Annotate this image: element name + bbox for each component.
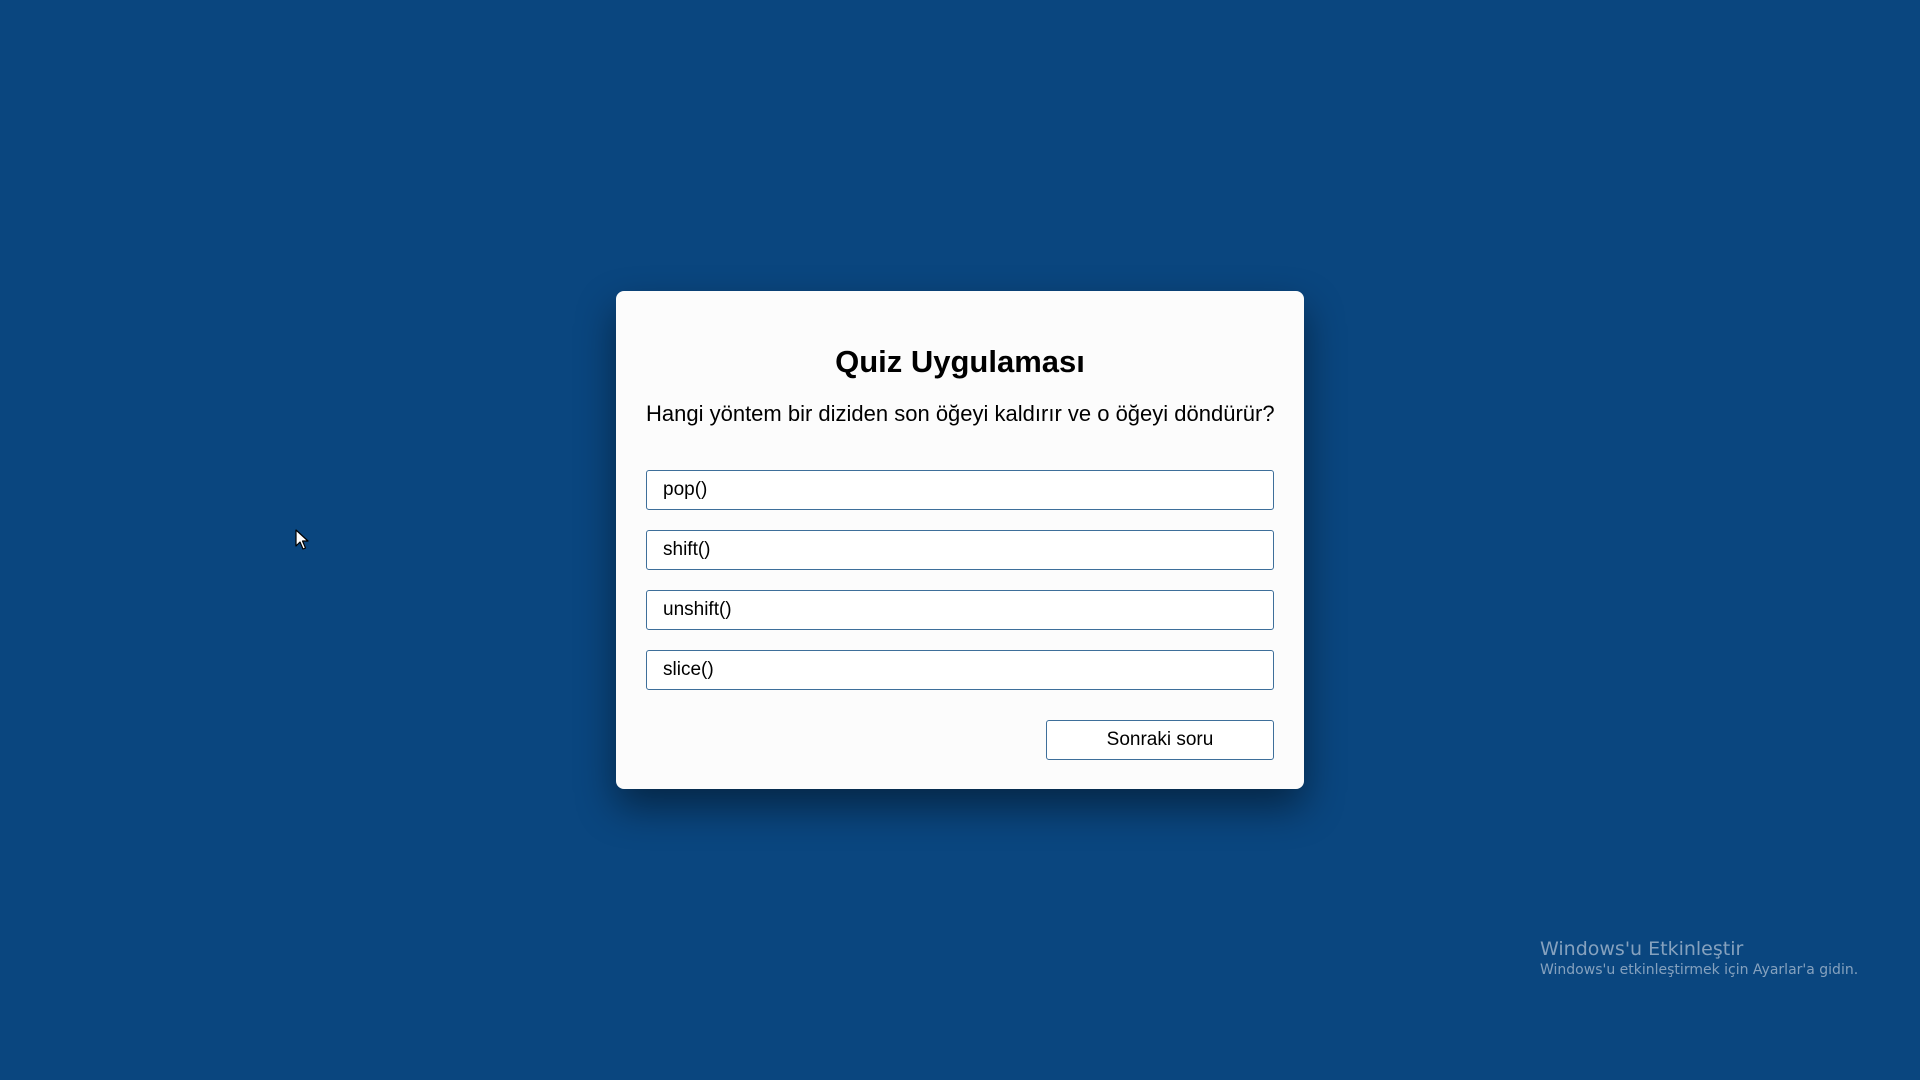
next-question-button[interactable]: Sonraki soru bbox=[1046, 720, 1274, 760]
mouse-pointer-icon bbox=[295, 529, 309, 550]
quiz-card: Quiz Uygulaması Hangi yöntem bir diziden… bbox=[616, 291, 1304, 789]
answer-options: pop() shift() unshift() slice() bbox=[646, 470, 1274, 710]
watermark-subtitle: Windows'u etkinleştirmek için Ayarlar'a … bbox=[1540, 961, 1859, 978]
answer-option-shift[interactable]: shift() bbox=[646, 530, 1274, 570]
answer-option-unshift[interactable]: unshift() bbox=[646, 590, 1274, 630]
watermark-title: Windows'u Etkinleştir bbox=[1540, 938, 1744, 960]
question-text: Hangi yöntem bir diziden son öğeyi kaldı… bbox=[646, 401, 1275, 426]
windows-activation-watermark: Windows'u Etkinleştir Windows'u etkinleş… bbox=[1540, 938, 1858, 980]
page-title: Quiz Uygulaması bbox=[835, 344, 1085, 379]
answer-option-slice[interactable]: slice() bbox=[646, 650, 1274, 690]
answer-option-pop[interactable]: pop() bbox=[646, 470, 1274, 510]
